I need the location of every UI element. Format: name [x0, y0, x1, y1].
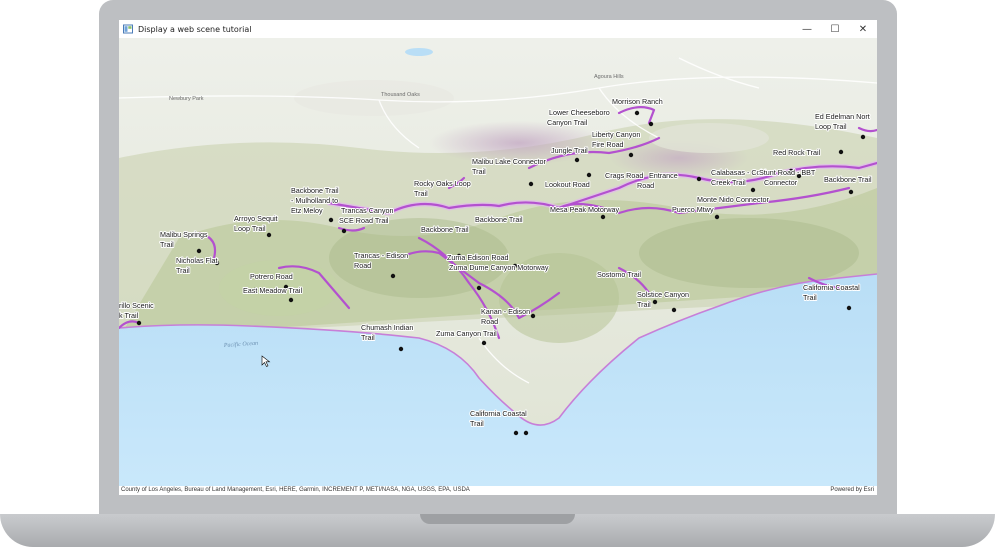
lake [405, 48, 433, 56]
trail-label-puerco-mtwy: Puerco Mtwy [672, 205, 714, 214]
minimize-button[interactable]: — [793, 20, 821, 38]
window-controls: — ☐ ✕ [793, 20, 877, 38]
trail-label-lookout-road: Lookout Road [545, 180, 590, 189]
trail-label-potrero-road: Potrero Road [250, 272, 293, 281]
maximize-button[interactable]: ☐ [821, 20, 849, 38]
trail-label-zuma-edison: Zuma Edison Road [447, 253, 509, 262]
trail-label-trancas-canyon: Trancas Canyon SCE Road Trail [339, 206, 393, 225]
trail-label-backbone-east: Backbone Trail [824, 175, 872, 184]
scene-view[interactable]: Pacific Ocean Thousand Oaks Newbury Park… [119, 38, 877, 486]
window-title: Display a web scene tutorial [138, 24, 252, 34]
svg-text:Newbury Park: Newbury Park [169, 96, 204, 102]
attribution-bar: County of Los Angeles, Bureau of Land Ma… [119, 486, 877, 495]
close-button[interactable]: ✕ [849, 20, 877, 38]
trail-label-sostomo: Sostomo Trail [597, 270, 641, 279]
title-bar[interactable]: Display a web scene tutorial — ☐ ✕ [119, 20, 877, 38]
trail-label-monte-nido: Monte Nido Connector [697, 195, 770, 204]
trail-label-east-meadow: East Meadow Trail [243, 286, 303, 295]
trail-label-backbone-west: Backbone Trail [421, 225, 469, 234]
attribution-text[interactable]: County of Los Angeles, Bureau of Land Ma… [121, 487, 470, 493]
app-window: Display a web scene tutorial — ☐ ✕ Pacif… [119, 20, 877, 495]
map-canvas[interactable]: Pacific Ocean Thousand Oaks Newbury Park… [119, 38, 877, 486]
trail-label-jungle-trail: Jungle Trail [551, 146, 588, 155]
trail-label-mesa-peak: Mesa Peak Motorway [550, 205, 620, 214]
svg-text:Thousand Oaks: Thousand Oaks [381, 92, 420, 98]
trail-label-zuma-canyon: Zuma Canyon Trail [436, 329, 497, 338]
trail-label-red-rock: Red Rock Trail [773, 148, 821, 157]
powered-by-esri[interactable]: Powered by Esri [830, 487, 874, 493]
trail-label-backbone-mid: Backbone Trail [475, 215, 523, 224]
svg-text:Agoura Hills: Agoura Hills [594, 74, 624, 80]
trail-label-zuma-dume: Zuma Dume Canyon Motorway [449, 263, 549, 272]
app-icon [123, 24, 133, 34]
laptop-notch [420, 514, 575, 524]
trail-label-morrison-ranch: Morrison Ranch [612, 97, 663, 106]
